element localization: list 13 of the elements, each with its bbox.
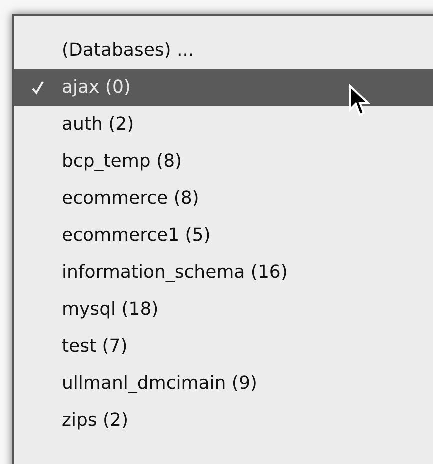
menu-item[interactable]: zips (2) (14, 402, 433, 439)
menu-item[interactable]: information_schema (16) (14, 254, 433, 291)
menu-item[interactable]: test (7) (14, 328, 433, 365)
checkmark-icon (32, 80, 44, 94)
mouse-pointer-icon (348, 84, 370, 118)
menu-item[interactable]: ecommerce (8) (14, 180, 433, 217)
menu-item[interactable]: ecommerce1 (5) (14, 217, 433, 254)
menu-item[interactable]: auth (2) (14, 106, 433, 143)
menu-item[interactable]: ullmanl_dmcimain (9) (14, 365, 433, 402)
menu-item[interactable]: ajax (0) (14, 69, 433, 106)
menu-item[interactable]: (Databases) ... (14, 32, 433, 69)
menu-item[interactable]: mysql (18) (14, 291, 433, 328)
menu-item[interactable]: bcp_temp (8) (14, 143, 433, 180)
